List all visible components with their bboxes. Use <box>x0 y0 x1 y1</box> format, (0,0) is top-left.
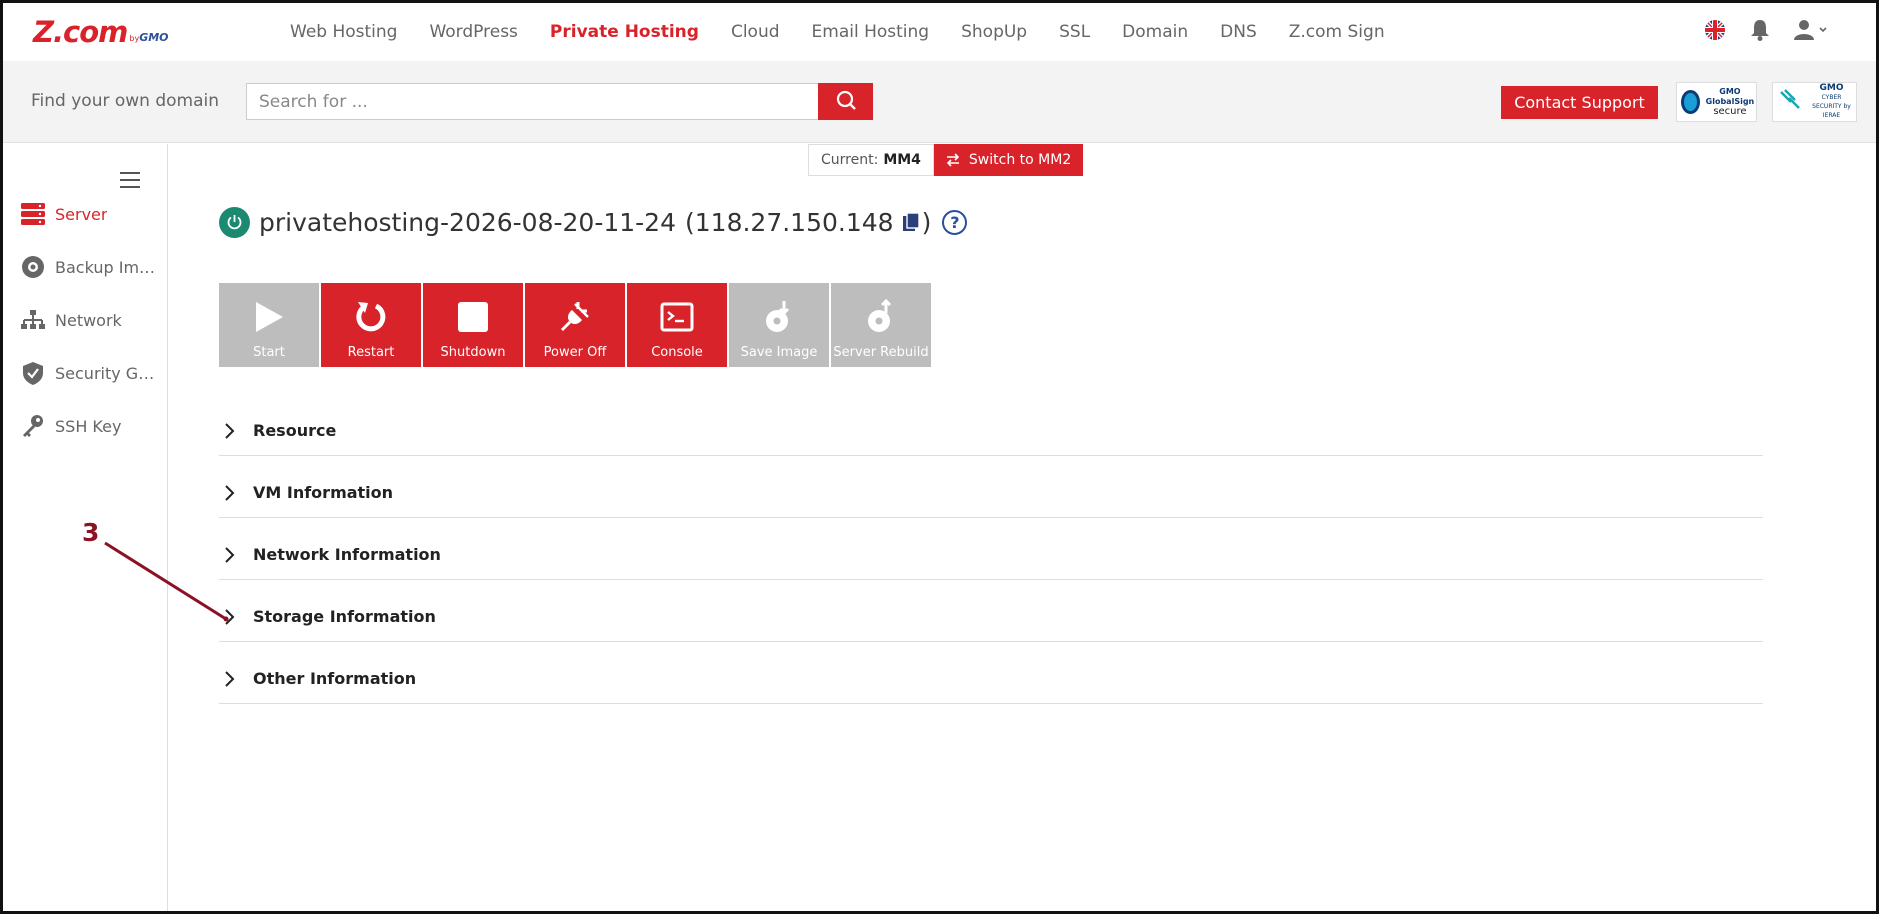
copy-icon[interactable] <box>902 212 920 232</box>
plug-icon <box>558 299 592 335</box>
current-mm: Current: MM4 <box>808 144 934 176</box>
save-disc-icon <box>764 299 794 335</box>
nav-links: Web Hosting WordPress Private Hosting Cl… <box>290 3 1417 61</box>
accordion-label: Network Information <box>253 545 441 564</box>
current-mm-value: MM4 <box>883 152 921 168</box>
play-icon <box>254 299 284 335</box>
search-icon <box>835 89 857 114</box>
server-close-paren: ) <box>921 207 932 237</box>
switch-mm-button[interactable]: Switch to MM2 <box>933 144 1084 176</box>
restart-icon <box>354 299 388 335</box>
accordion-label: VM Information <box>253 483 394 502</box>
accordion-label: Storage Information <box>253 607 436 626</box>
chevron-right-icon <box>225 670 239 687</box>
domain-search-bar: Find your own domain Contact Support GMO… <box>3 61 1876 143</box>
mm-switcher: Current: MM4 Switch to MM2 <box>808 144 1084 176</box>
user-menu-icon[interactable] <box>1794 19 1828 41</box>
console-button[interactable]: Console <box>627 283 727 367</box>
app-window: Z.com by GMO Web Hosting WordPress Priva… <box>0 0 1879 914</box>
annotation-arrow <box>104 541 229 622</box>
accordion-vm-information[interactable]: VM Information <box>219 468 1763 518</box>
nav-wordpress[interactable]: WordPress <box>429 22 517 42</box>
console-label: Console <box>651 345 703 360</box>
accordion-label: Resource <box>253 421 337 440</box>
nav-ssl[interactable]: SSL <box>1059 22 1090 42</box>
accordion-label: Other Information <box>253 669 417 688</box>
start-label: Start <box>253 345 285 360</box>
top-navigation: Z.com by GMO Web Hosting WordPress Priva… <box>3 3 1876 61</box>
ierae-security-badge[interactable]: GMO CYBER SECURITY by IERAE <box>1772 82 1857 122</box>
bell-icon[interactable] <box>1750 19 1770 41</box>
server-action-buttons: Start Restart Shutdown Power Off Console… <box>219 283 933 367</box>
nav-shopup[interactable]: ShopUp <box>961 22 1027 42</box>
server-name: privatehosting-2026-08-20-11-24 <box>259 207 676 237</box>
shutdown-label: Shutdown <box>440 345 506 360</box>
badge2-sub: CYBER SECURITY by IERAE <box>1812 94 1851 119</box>
switch-mm-label: Switch to MM2 <box>968 152 1072 168</box>
restart-button[interactable]: Restart <box>321 283 421 367</box>
nav-email-hosting[interactable]: Email Hosting <box>812 22 930 42</box>
top-icons <box>1680 19 1828 41</box>
server-ip: (118.27.150.148 <box>685 207 894 237</box>
restart-label: Restart <box>347 345 395 360</box>
server-rebuild-button[interactable]: Server Rebuild <box>831 283 931 367</box>
rebuild-disc-icon <box>866 299 896 335</box>
save-image-label: Save Image <box>740 345 818 360</box>
server-rebuild-label: Server Rebuild <box>833 345 929 360</box>
contact-support-button[interactable]: Contact Support <box>1501 86 1658 119</box>
server-title-row: privatehosting-2026-08-20-11-24 (118.27.… <box>219 205 968 239</box>
save-image-button[interactable]: Save Image <box>729 283 829 367</box>
nav-web-hosting[interactable]: Web Hosting <box>290 22 397 42</box>
stop-icon <box>457 299 489 335</box>
accordion-resource[interactable]: Resource <box>219 406 1763 456</box>
accordion-other-information[interactable]: Other Information <box>219 654 1763 704</box>
accordion-network-information[interactable]: Network Information <box>219 530 1763 580</box>
help-icon[interactable]: ? <box>942 209 968 235</box>
current-mm-label: Current: <box>821 152 879 168</box>
terminal-icon <box>660 299 694 335</box>
nav-dns[interactable]: DNS <box>1220 22 1257 42</box>
ierae-logo-icon <box>1779 88 1801 116</box>
uk-flag-icon[interactable] <box>1704 19 1726 41</box>
power-off-button[interactable]: Power Off <box>525 283 625 367</box>
nav-cloud[interactable]: Cloud <box>731 22 780 42</box>
nav-private-hosting[interactable]: Private Hosting <box>550 22 699 42</box>
accordion-storage-information[interactable]: Storage Information <box>219 592 1763 642</box>
domain-search-input[interactable] <box>246 83 818 120</box>
globalsign-secure-badge[interactable]: GMO GlobalSign secure <box>1676 82 1757 122</box>
domain-search-button[interactable] <box>818 83 873 120</box>
nav-domain[interactable]: Domain <box>1122 22 1188 42</box>
badge1-word: secure <box>1713 106 1747 117</box>
shutdown-button[interactable]: Shutdown <box>423 283 523 367</box>
globalsign-eye-icon <box>1681 90 1700 114</box>
domain-search <box>246 83 873 120</box>
power-off-label: Power Off <box>543 345 607 360</box>
badge1-brand: GMO GlobalSign <box>1705 87 1755 106</box>
swap-arrows-icon <box>946 153 960 167</box>
badge2-brand: GMO <box>1819 83 1844 93</box>
nav-zcom-sign[interactable]: Z.com Sign <box>1289 22 1385 42</box>
